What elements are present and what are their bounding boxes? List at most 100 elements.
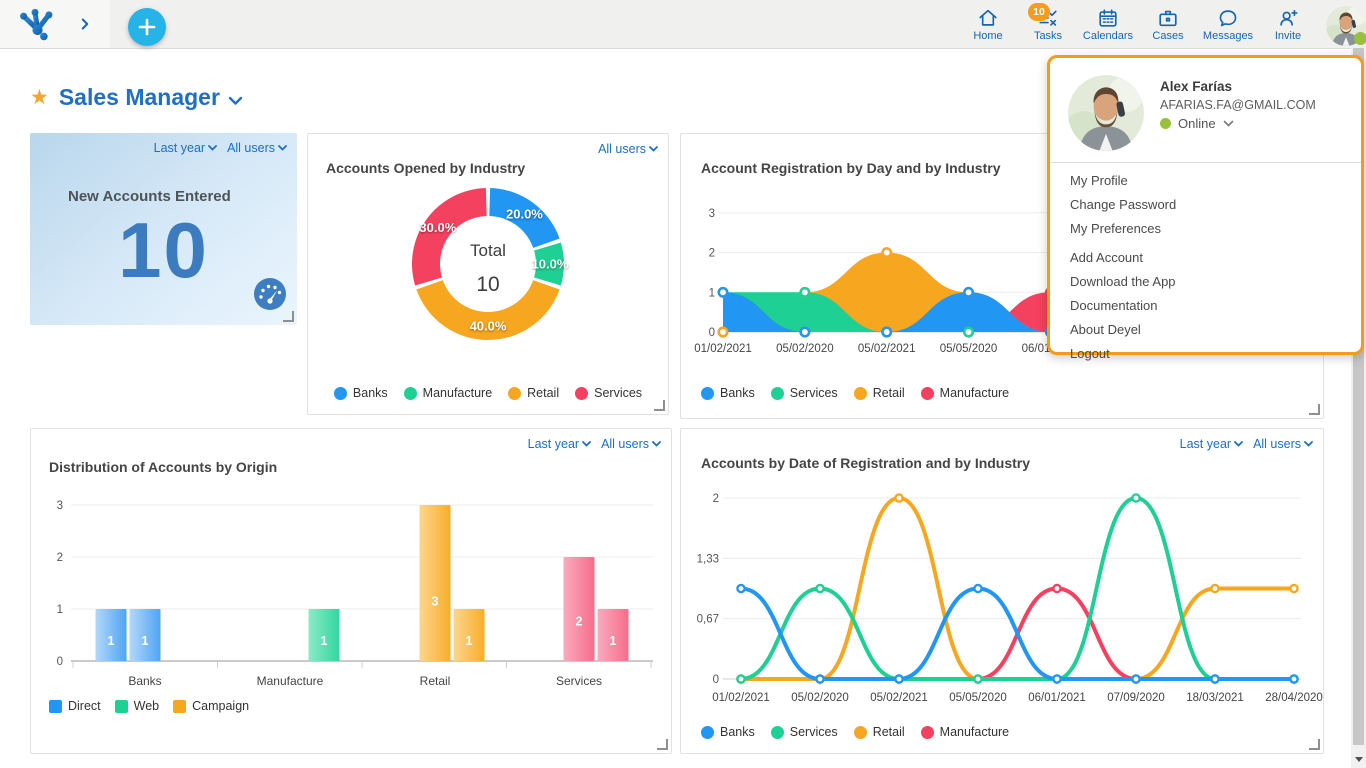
menu-item-logout[interactable]: Logout (1050, 341, 1361, 365)
nav-item-messages[interactable]: Messages (1198, 2, 1258, 46)
nav-item-calendars[interactable]: Calendars (1078, 2, 1138, 46)
page-title: Sales Manager (59, 84, 220, 111)
data-point-retail[interactable] (1290, 585, 1297, 592)
arrow-down-icon (1355, 757, 1363, 762)
legend-item-services[interactable]: Services (771, 725, 838, 739)
nav-item-tasks[interactable]: 10 Tasks (1018, 2, 1078, 46)
legend-label: Direct (68, 699, 101, 713)
legend-label: Web (134, 699, 159, 713)
legend-item-manufacture[interactable]: Manufacture (921, 386, 1009, 400)
card-filters: Last year All users (528, 437, 661, 451)
data-point-manufacture[interactable] (1053, 585, 1060, 592)
legend-item-banks[interactable]: Banks (701, 386, 755, 400)
segment-percent-label: 10.0% (532, 257, 569, 272)
bar-value-label: 1 (108, 634, 115, 648)
data-point-services[interactable] (964, 328, 972, 336)
legend-item-services[interactable]: Services (575, 386, 642, 400)
data-point-services[interactable] (816, 585, 823, 592)
legend-swatch (921, 726, 934, 739)
menu-item-my-preferences[interactable]: My Preferences (1050, 216, 1361, 240)
data-point-banks[interactable] (964, 288, 972, 296)
legend-item-manufacture[interactable]: Manufacture (921, 725, 1009, 739)
data-point-banks[interactable] (974, 585, 981, 592)
data-point-banks[interactable] (737, 585, 744, 592)
data-point-banks[interactable] (816, 675, 823, 682)
legend-item-services[interactable]: Services (771, 386, 838, 400)
chart-title: Accounts by Date of Registration and by … (701, 455, 1030, 471)
menu-item-download-the-app[interactable]: Download the App (1050, 269, 1361, 293)
bar-value-label: 3 (432, 595, 439, 609)
legend-item-retail[interactable]: Retail (854, 386, 905, 400)
period-filter[interactable]: Last year (154, 141, 217, 155)
user-status-dot (1354, 32, 1366, 45)
chevron-down-icon[interactable] (228, 96, 243, 106)
calendar-icon (1097, 7, 1119, 29)
data-point-banks[interactable] (883, 328, 891, 336)
data-point-banks[interactable] (1211, 675, 1218, 682)
segment-percent-label: 40.0% (470, 319, 507, 334)
bar-retail[interactable] (420, 505, 451, 661)
period-filter[interactable]: Last year (528, 437, 591, 451)
filter-label: All users (1253, 437, 1301, 451)
data-point-services[interactable] (974, 675, 981, 682)
scrollbar-down-button[interactable] (1351, 751, 1366, 768)
nav-item-home[interactable]: Home (958, 2, 1018, 46)
card-resize-handle[interactable] (657, 739, 668, 750)
donut-center-label: Total (470, 241, 506, 260)
users-filter[interactable]: All users (598, 142, 658, 156)
legend-item-direct[interactable]: Direct (49, 699, 101, 713)
legend-item-web[interactable]: Web (115, 699, 159, 713)
donut-segment-services[interactable] (412, 188, 487, 285)
data-point-banks[interactable] (1290, 675, 1297, 682)
favorite-star-icon[interactable]: ★ (30, 85, 49, 110)
filter-label: All users (598, 142, 646, 156)
legend-item-banks[interactable]: Banks (334, 386, 388, 400)
users-filter[interactable]: All users (227, 141, 287, 155)
data-point-banks[interactable] (719, 288, 727, 296)
card-resize-handle[interactable] (654, 400, 665, 411)
nav-item-invite[interactable]: Invite (1258, 2, 1318, 46)
menu-item-my-profile[interactable]: My Profile (1050, 168, 1361, 192)
users-filter[interactable]: All users (1253, 437, 1313, 451)
menu-item-change-password[interactable]: Change Password (1050, 192, 1361, 216)
deyel-logo[interactable] (16, 6, 54, 44)
data-point-services[interactable] (801, 288, 809, 296)
menu-item-documentation[interactable]: Documentation (1050, 293, 1361, 317)
data-point-banks[interactable] (895, 675, 902, 682)
data-point-retail[interactable] (883, 248, 891, 256)
period-filter[interactable]: Last year (1180, 437, 1243, 451)
bar-services[interactable] (564, 557, 595, 661)
data-point-banks[interactable] (1132, 675, 1139, 682)
menu-item-about-deyel[interactable]: About Deyel (1050, 317, 1361, 341)
menu-item-add-account[interactable]: Add Account (1050, 245, 1361, 269)
nav-item-cases[interactable]: Cases (1138, 2, 1198, 46)
data-point-services[interactable] (1132, 494, 1139, 501)
data-point-retail[interactable] (719, 328, 727, 336)
legend-item-manufacture[interactable]: Manufacture (404, 386, 492, 400)
card-filters: Last year All users (154, 141, 287, 155)
x-axis-label: 05/05/2020 (940, 343, 998, 355)
card-resize-handle[interactable] (283, 311, 294, 322)
legend-item-banks[interactable]: Banks (701, 725, 755, 739)
line-series-banks[interactable] (741, 589, 1294, 680)
expand-sidebar-icon[interactable] (76, 15, 94, 33)
user-status-selector[interactable]: Online (1160, 116, 1234, 131)
card-resize-handle[interactable] (1309, 404, 1320, 415)
bar-value-label: 2 (576, 614, 583, 628)
legend-item-campaign[interactable]: Campaign (173, 699, 249, 713)
x-axis-label: 07/09/2020 (1107, 692, 1165, 704)
data-point-retail[interactable] (1211, 585, 1218, 592)
card-resize-handle[interactable] (1309, 739, 1320, 750)
legend-item-retail[interactable]: Retail (508, 386, 559, 400)
data-point-banks[interactable] (801, 328, 809, 336)
data-point-retail[interactable] (895, 494, 902, 501)
legend-item-retail[interactable]: Retail (854, 725, 905, 739)
legend-swatch (701, 726, 714, 739)
data-point-banks[interactable] (1053, 675, 1060, 682)
line-chart: 00,671,33201/02/202105/02/202005/02/2021… (681, 429, 1323, 753)
legend-swatch (921, 387, 934, 400)
chart-title: Account Registration by Day and by Indus… (701, 160, 1001, 176)
add-new-button[interactable] (128, 8, 166, 46)
data-point-services[interactable] (737, 675, 744, 682)
users-filter[interactable]: All users (601, 437, 661, 451)
